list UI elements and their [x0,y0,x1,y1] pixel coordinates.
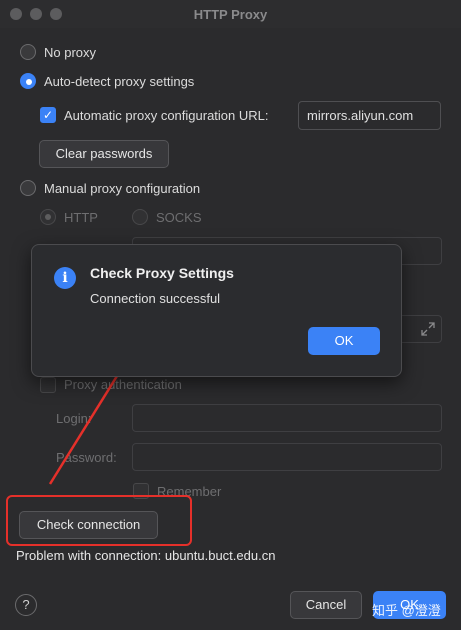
auto-detect-radio[interactable] [20,73,36,89]
manual-proxy-radio[interactable] [20,180,36,196]
dialog-title: Check Proxy Settings [90,265,234,281]
manual-proxy-label: Manual proxy configuration [44,181,201,196]
help-button[interactable]: ? [15,594,37,616]
auto-config-label: Automatic proxy configuration URL: [64,108,269,123]
http-radio[interactable] [40,209,56,225]
no-proxy-radio[interactable] [20,44,36,60]
check-proxy-dialog: i Check Proxy Settings Connection succes… [31,244,402,377]
no-proxy-label: No proxy [44,45,97,60]
auto-config-checkbox[interactable]: ✓ [40,107,56,123]
auto-detect-label: Auto-detect proxy settings [44,74,195,89]
auto-config-url-field[interactable]: mirrors.aliyun.com [298,101,441,130]
expand-icon [421,322,435,336]
socks-radio[interactable] [132,209,148,225]
dialog-ok-button[interactable]: OK [308,327,380,355]
proxy-auth-checkbox[interactable] [40,377,56,393]
title-bar: HTTP Proxy [0,0,461,28]
socks-label: SOCKS [156,210,202,225]
annotation-highlight-box [6,495,192,546]
info-icon: i [54,267,76,289]
connection-problem-text: Problem with connection: ubuntu.buct.edu… [16,548,276,563]
clear-passwords-button[interactable]: Clear passwords [39,140,169,168]
cancel-button[interactable]: Cancel [290,591,362,619]
window-title: HTTP Proxy [193,7,268,22]
password-field[interactable] [132,443,442,471]
watermark-text: 知乎 @澄澄 [372,603,441,618]
login-label: Login: [56,411,92,426]
http-label: HTTP [64,210,98,225]
password-label: Password: [56,450,117,465]
dialog-message: Connection successful [90,291,221,306]
proxy-auth-label: Proxy authentication [64,377,182,392]
login-field[interactable] [132,404,442,432]
